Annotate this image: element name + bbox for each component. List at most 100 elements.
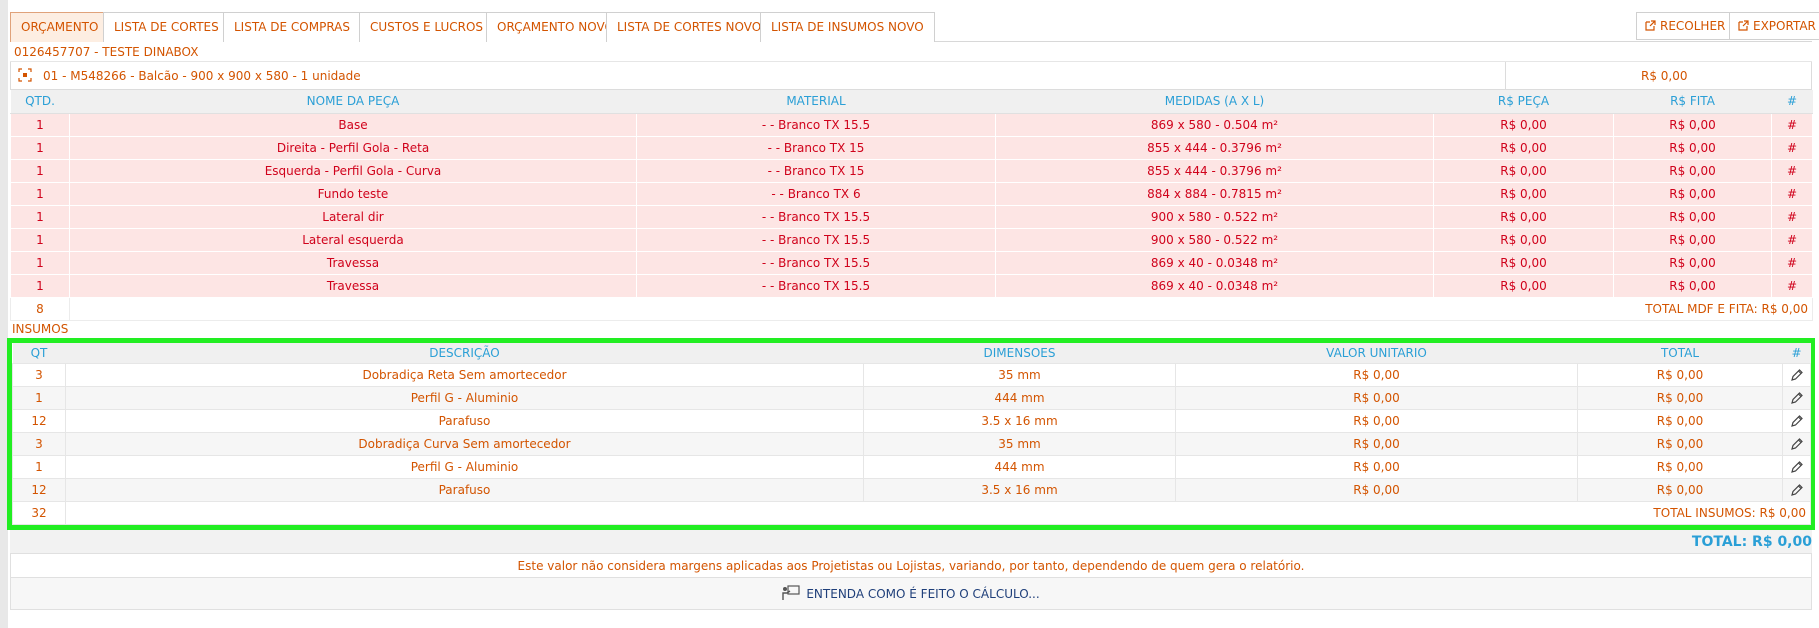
- piece-measures: 900 x 580 - 0.522 m²: [995, 204, 1434, 229]
- input-qty: 3: [12, 432, 66, 456]
- table-row: 3 Dobradiça Curva Sem amortecedor 35 mm …: [12, 432, 1811, 456]
- module-header[interactable]: 01 - M548266 - Balcão - 900 x 900 x 580 …: [10, 62, 1812, 90]
- tab-custos-e-lucros[interactable]: CUSTOS E LUCROS: [359, 12, 495, 42]
- input-qty: 1: [12, 455, 66, 479]
- piece-measures: 855 x 444 - 0.3796 m²: [995, 135, 1434, 160]
- input-qty: 3: [12, 363, 66, 387]
- piece-action-link[interactable]: #: [1771, 158, 1813, 183]
- module-price: R$ 0,00: [1641, 69, 1688, 83]
- col-medidas: MEDIDAS (A X L): [995, 90, 1434, 114]
- external-link-icon: [1645, 20, 1656, 31]
- col-material: MATERIAL: [636, 90, 996, 114]
- col-hash: #: [1782, 342, 1811, 364]
- piece-price: R$ 0,00: [1433, 158, 1614, 183]
- table-row: 12 Parafuso 3.5 x 16 mm R$ 0,00 R$ 0,00: [12, 478, 1811, 502]
- piece-tape-price: R$ 0,00: [1613, 204, 1772, 229]
- piece-name: Esquerda - Perfil Gola - Curva: [69, 158, 637, 183]
- piece-material: - - Branco TX 15: [636, 135, 996, 160]
- piece-name: Lateral dir: [69, 204, 637, 229]
- table-row: 1 Lateral esquerda - - Branco TX 15.5 90…: [10, 227, 1813, 252]
- pieces-header-row: QTD. NOME DA PEÇA MATERIAL MEDIDAS (A X …: [10, 90, 1813, 114]
- piece-name: Base: [69, 112, 637, 137]
- module-divider: [1505, 62, 1506, 90]
- calculation-help-link[interactable]: ENTENDA COMO É FEITO O CÁLCULO...: [10, 578, 1812, 610]
- input-description: Parafuso: [65, 478, 864, 502]
- pencil-icon[interactable]: [1790, 460, 1804, 474]
- calculation-help-label: ENTENDA COMO É FEITO O CÁLCULO...: [806, 587, 1040, 601]
- edit-cell: [1782, 363, 1811, 387]
- piece-price: R$ 0,00: [1433, 204, 1614, 229]
- piece-action-link[interactable]: #: [1771, 250, 1813, 275]
- table-row: 1 Direita - Perfil Gola - Reta - - Branc…: [10, 135, 1813, 160]
- piece-material: - - Branco TX 15.5: [636, 273, 996, 298]
- col-qt: QT: [12, 342, 66, 364]
- input-total: R$ 0,00: [1577, 363, 1783, 387]
- left-edge-panel: [0, 0, 8, 628]
- col-descricao: DESCRIÇÃO: [65, 342, 864, 364]
- edit-cell: [1782, 455, 1811, 479]
- export-button[interactable]: EXPORTAR: [1729, 12, 1819, 40]
- edit-cell: [1782, 478, 1811, 502]
- input-dimensions: 444 mm: [863, 455, 1176, 479]
- piece-material: - - Branco TX 15.5: [636, 227, 996, 252]
- piece-qty: 1: [10, 158, 70, 183]
- piece-qty: 1: [10, 273, 70, 298]
- table-row: 1 Esquerda - Perfil Gola - Curva - - Bra…: [10, 158, 1813, 183]
- input-unit-price: R$ 0,00: [1175, 409, 1578, 433]
- input-description: Parafuso: [65, 409, 864, 433]
- piece-price: R$ 0,00: [1433, 181, 1614, 206]
- pencil-icon[interactable]: [1790, 437, 1804, 451]
- pieces-total-value: TOTAL MDF E FITA: R$ 0,00: [69, 296, 1813, 321]
- piece-price: R$ 0,00: [1433, 250, 1614, 275]
- inputs-table: QT DESCRIÇÃO DIMENSOES VALOR UNITARIO TO…: [12, 342, 1811, 525]
- budget-panel: ORÇAMENTO LISTA DE CORTES LISTA DE COMPR…: [7, 10, 1819, 610]
- input-qty: 12: [12, 478, 66, 502]
- grand-total: TOTAL: R$ 0,00: [10, 530, 1812, 554]
- piece-action-link[interactable]: #: [1771, 204, 1813, 229]
- project-title: 0126457707 - TESTE DINABOX: [10, 42, 1812, 62]
- table-row: 1 Perfil G - Aluminio 444 mm R$ 0,00 R$ …: [12, 455, 1811, 479]
- inputs-total-value: TOTAL INSUMOS: R$ 0,00: [65, 501, 1811, 525]
- piece-tape-price: R$ 0,00: [1613, 112, 1772, 137]
- input-unit-price: R$ 0,00: [1175, 386, 1578, 410]
- pencil-icon[interactable]: [1790, 368, 1804, 382]
- piece-qty: 1: [10, 250, 70, 275]
- table-row: 3 Dobradiça Reta Sem amortecedor 35 mm R…: [12, 363, 1811, 387]
- piece-price: R$ 0,00: [1433, 135, 1614, 160]
- tab-lista-de-cortes-novo[interactable]: LISTA DE CORTES NOVO: [606, 12, 773, 42]
- input-total: R$ 0,00: [1577, 386, 1783, 410]
- tab-lista-de-cortes[interactable]: LISTA DE CORTES: [103, 12, 230, 42]
- tab-orcamento-novo[interactable]: ORÇAMENTO NOVO: [486, 12, 625, 42]
- edit-cell: [1782, 409, 1811, 433]
- piece-name: Fundo teste: [69, 181, 637, 206]
- inputs-highlight-box: QT DESCRIÇÃO DIMENSOES VALOR UNITARIO TO…: [7, 337, 1815, 530]
- piece-price: R$ 0,00: [1433, 227, 1614, 252]
- input-description: Perfil G - Aluminio: [65, 455, 864, 479]
- col-rs-fita: R$ FITA: [1613, 90, 1772, 114]
- export-label: EXPORTAR: [1753, 19, 1816, 33]
- presenter-icon: [782, 581, 800, 600]
- tab-bar: ORÇAMENTO LISTA DE CORTES LISTA DE COMPR…: [10, 10, 1819, 42]
- pencil-icon[interactable]: [1790, 414, 1804, 428]
- edit-cell: [1782, 386, 1811, 410]
- piece-name: Travessa: [69, 250, 637, 275]
- input-description: Dobradiça Curva Sem amortecedor: [65, 432, 864, 456]
- col-rs-peca: R$ PEÇA: [1433, 90, 1614, 114]
- piece-action-link[interactable]: #: [1771, 227, 1813, 252]
- piece-action-link[interactable]: #: [1771, 273, 1813, 298]
- piece-action-link[interactable]: #: [1771, 112, 1813, 137]
- tab-lista-de-compras[interactable]: LISTA DE COMPRAS: [223, 12, 361, 42]
- inputs-total-row: 32 TOTAL INSUMOS: R$ 0,00: [12, 501, 1811, 525]
- pencil-icon[interactable]: [1790, 483, 1804, 497]
- piece-qty: 1: [10, 204, 70, 229]
- piece-action-link[interactable]: #: [1771, 181, 1813, 206]
- collapse-button[interactable]: RECOLHER: [1636, 12, 1735, 40]
- pencil-icon[interactable]: [1790, 391, 1804, 405]
- table-row: 12 Parafuso 3.5 x 16 mm R$ 0,00 R$ 0,00: [12, 409, 1811, 433]
- tab-lista-de-insumos-novo[interactable]: LISTA DE INSUMOS NOVO: [760, 12, 935, 42]
- table-row: 1 Travessa - - Branco TX 15.5 869 x 40 -…: [10, 250, 1813, 275]
- piece-action-link[interactable]: #: [1771, 135, 1813, 160]
- piece-tape-price: R$ 0,00: [1613, 135, 1772, 160]
- tab-orcamento[interactable]: ORÇAMENTO: [10, 12, 110, 42]
- table-row: 1 Lateral dir - - Branco TX 15.5 900 x 5…: [10, 204, 1813, 229]
